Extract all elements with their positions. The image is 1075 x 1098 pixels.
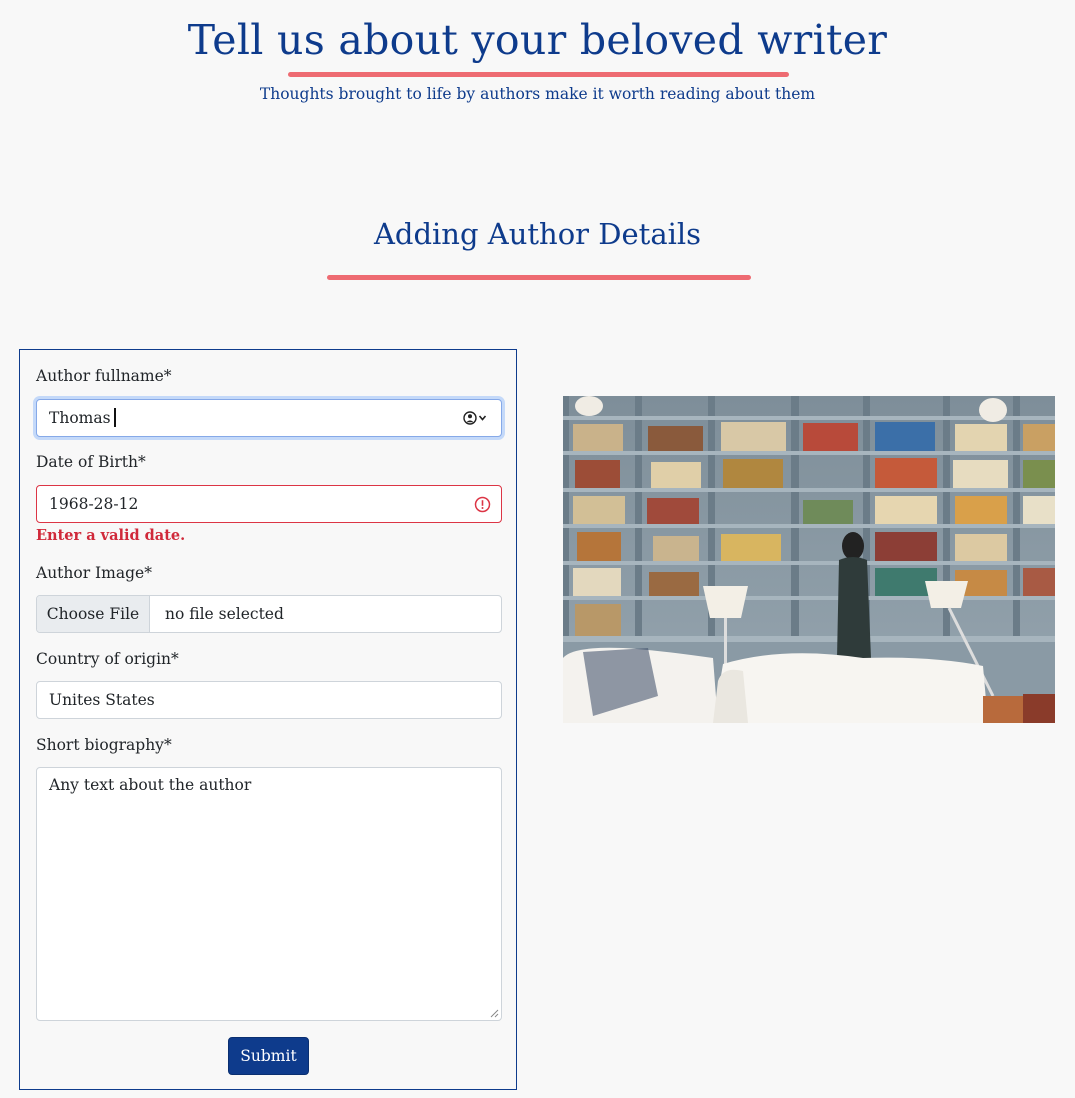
image-label: Author Image* (36, 564, 152, 582)
library-illustration (563, 396, 1055, 723)
user-circle-chevron-icon[interactable] (463, 410, 489, 426)
bio-value: Any text about the author (49, 776, 252, 794)
author-form: Author fullname* Thomas Date of Birth* 1… (19, 349, 517, 1090)
file-status: no file selected (165, 605, 284, 623)
bio-label: Short biography* (36, 736, 172, 754)
resize-grip-icon[interactable] (489, 1008, 499, 1018)
page-title: Tell us about your beloved writer (187, 16, 888, 64)
fullname-input[interactable]: Thomas (36, 399, 502, 437)
fullname-value: Thomas (49, 409, 111, 427)
country-label: Country of origin* (36, 650, 179, 668)
fullname-label: Author fullname* (36, 367, 172, 385)
text-caret (113, 408, 116, 427)
submit-button[interactable]: Submit (228, 1037, 309, 1075)
image-file-input[interactable]: Choose File no file selected (36, 595, 502, 633)
title-underline (288, 72, 789, 77)
dob-input[interactable]: 1968-28-12 (36, 485, 502, 523)
country-value: Unites States (49, 691, 155, 709)
exclamation-circle-icon (474, 496, 491, 513)
library-photo (563, 396, 1055, 723)
section-title: Adding Author Details (373, 217, 702, 251)
bio-textarea[interactable]: Any text about the author (36, 767, 502, 1021)
country-input[interactable]: Unites States (36, 681, 502, 719)
section-underline (327, 275, 751, 280)
dob-label: Date of Birth* (36, 453, 146, 471)
choose-file-button[interactable]: Choose File (37, 596, 150, 632)
page-subtitle: Thoughts brought to life by authors make… (259, 85, 816, 103)
dob-error-message: Enter a valid date. (36, 527, 186, 544)
dob-value: 1968-28-12 (49, 495, 139, 513)
